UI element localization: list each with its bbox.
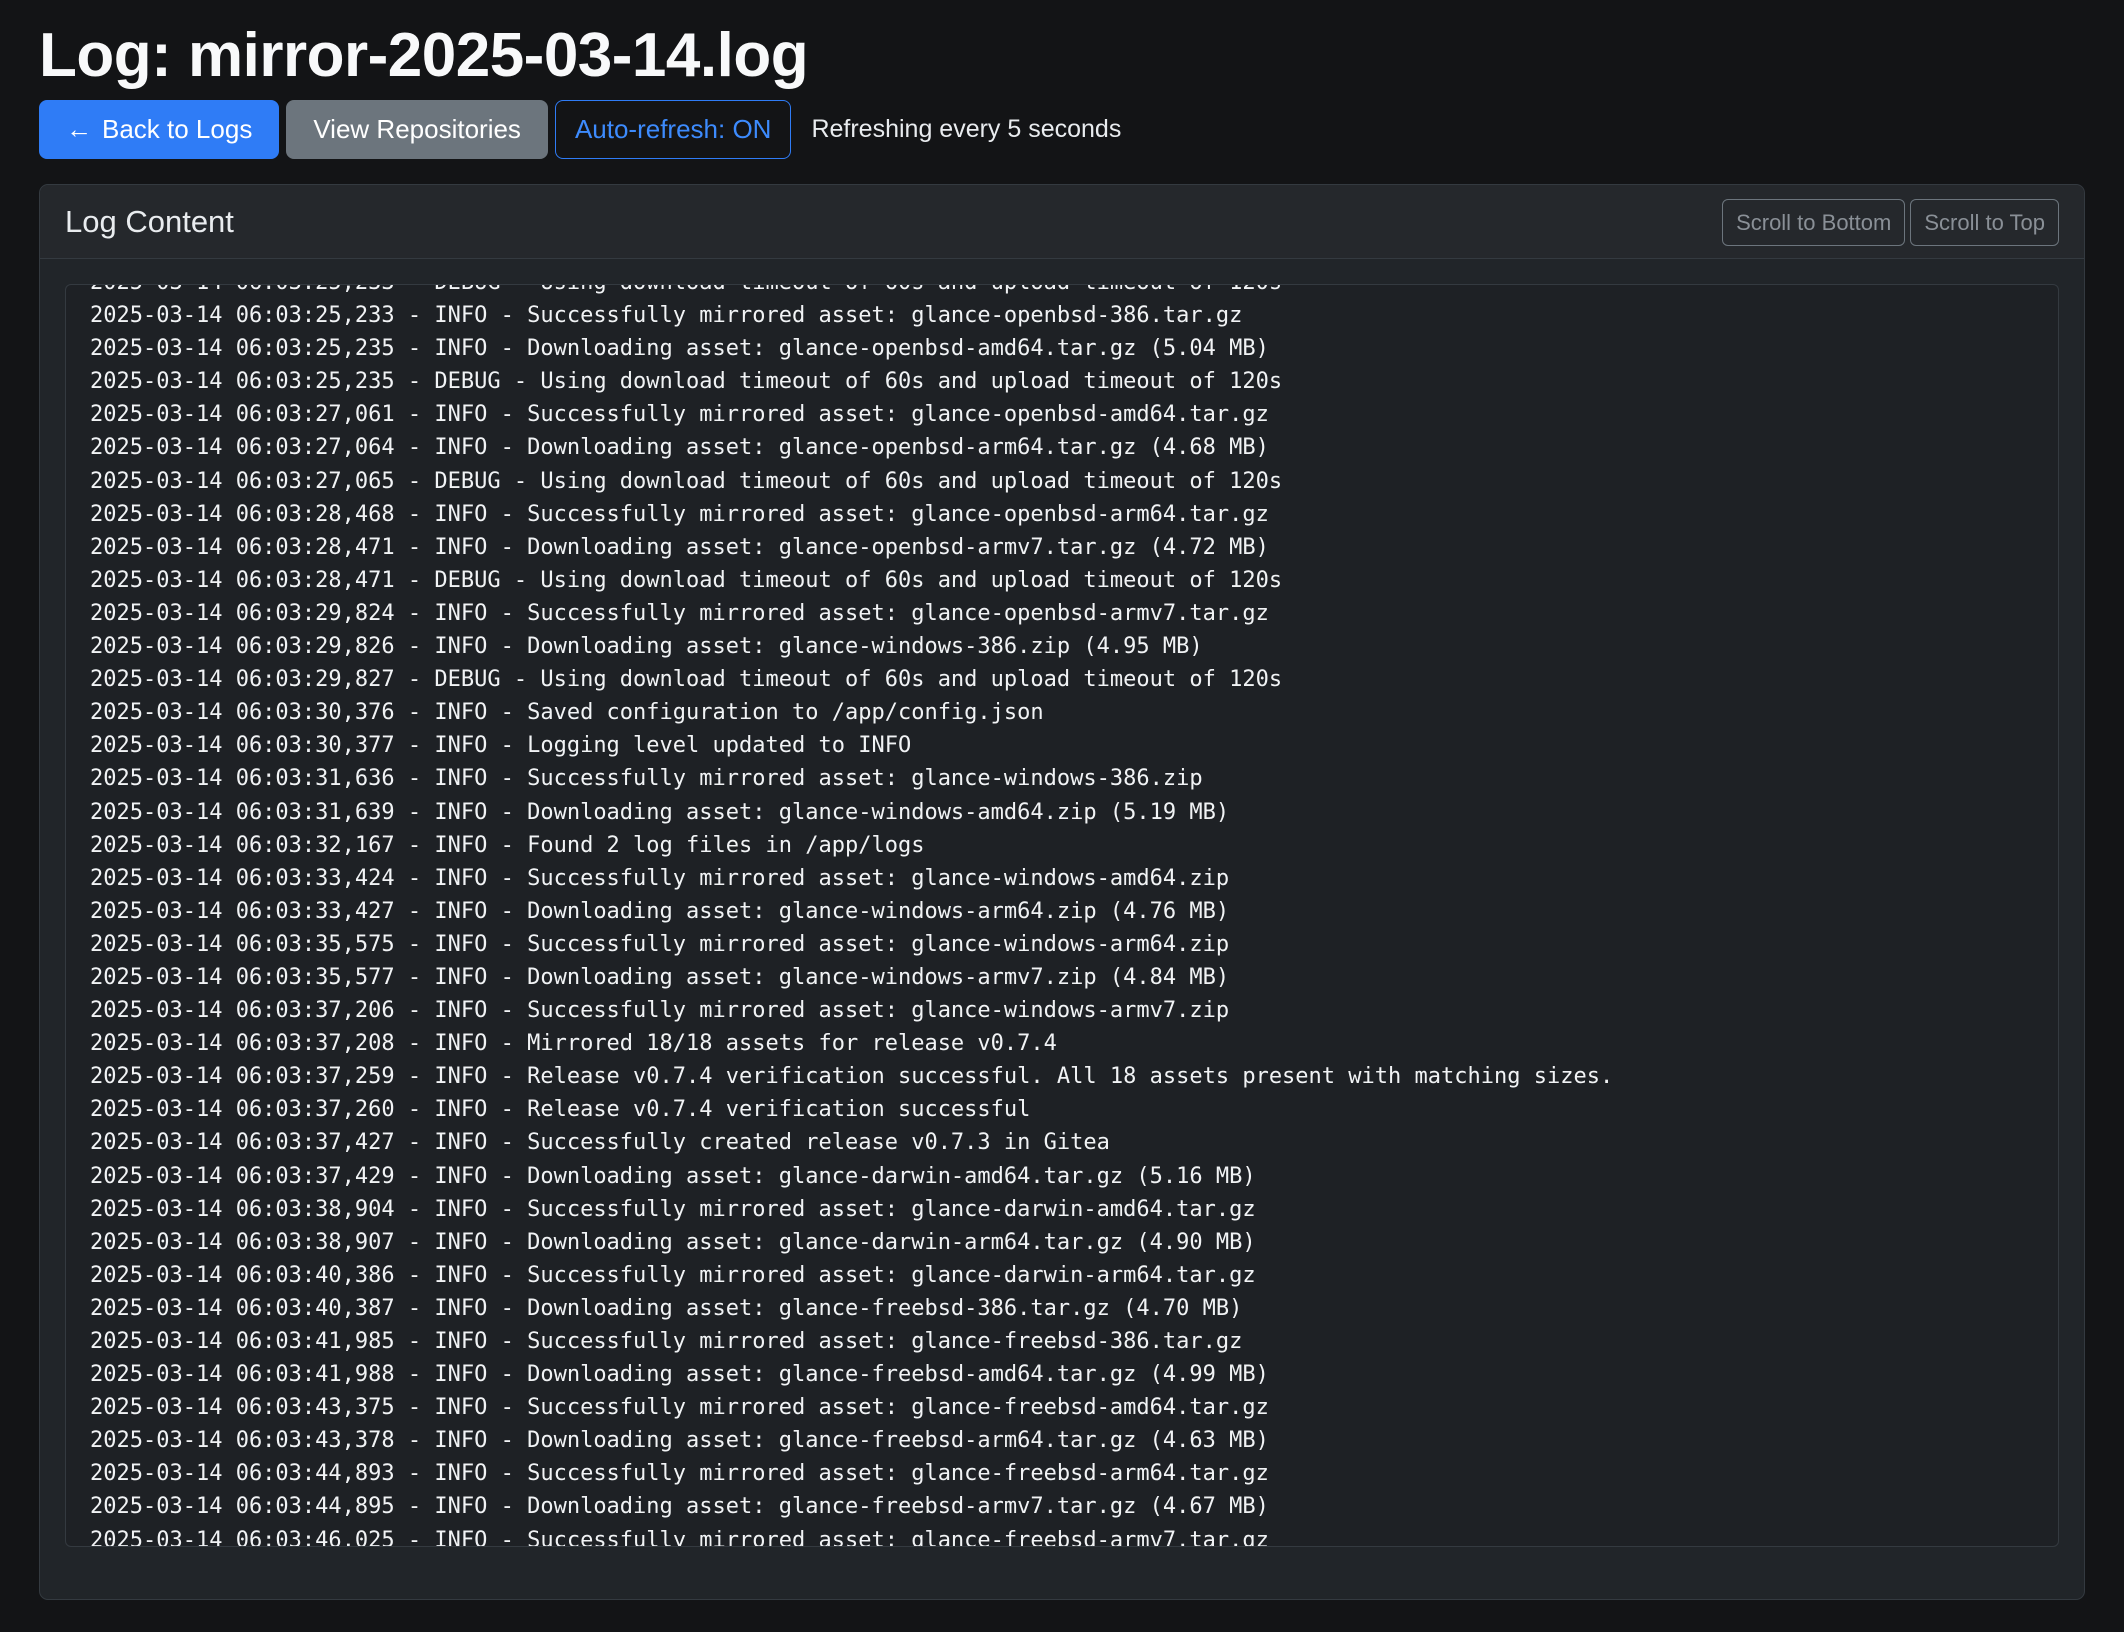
log-line: 2025-03-14 06:03:43,378 - INFO - Downloa…	[90, 1428, 1269, 1454]
log-line: 2025-03-14 06:03:33,427 - INFO - Downloa…	[90, 898, 1230, 924]
scroll-to-bottom-button[interactable]: Scroll to Bottom	[1722, 199, 1906, 246]
log-line: 2025-03-14 06:03:27,064 - INFO - Downloa…	[90, 435, 1269, 461]
log-line: 2025-03-14 06:03:37,429 - INFO - Downloa…	[90, 1163, 1256, 1189]
log-line: 2025-03-14 06:03:25,233 - INFO - Success…	[90, 303, 1243, 329]
log-line: 2025-03-14 06:03:43,375 - INFO - Success…	[90, 1395, 1269, 1421]
log-content-card: Log Content Scroll to Bottom Scroll to T…	[39, 184, 2085, 1600]
card-title: Log Content	[65, 203, 234, 239]
card-header: Log Content Scroll to Bottom Scroll to T…	[40, 185, 2084, 259]
log-line: 2025-03-14 06:03:30,377 - INFO - Logging…	[90, 733, 912, 759]
log-line: 2025-03-14 06:03:44,895 - INFO - Downloa…	[90, 1494, 1269, 1520]
log-line: 2025-03-14 06:03:28,471 - INFO - Downloa…	[90, 534, 1269, 560]
log-line: 2025-03-14 06:03:35,577 - INFO - Downloa…	[90, 964, 1230, 990]
log-line: 2025-03-14 06:03:38,907 - INFO - Downloa…	[90, 1229, 1256, 1255]
toolbar: ← Back to Logs View Repositories Auto-re…	[39, 100, 1121, 159]
scroll-to-top-button[interactable]: Scroll to Top	[1910, 199, 2059, 246]
log-line: 2025-03-14 06:03:27,065 - DEBUG - Using …	[90, 468, 1283, 494]
log-line: 2025-03-14 06:03:35,575 - INFO - Success…	[90, 931, 1230, 957]
view-repositories-button[interactable]: View Repositories	[286, 100, 548, 159]
log-line: 2025-03-14 06:03:37,259 - INFO - Release…	[90, 1064, 1614, 1090]
back-to-logs-button[interactable]: ← Back to Logs	[39, 100, 280, 159]
log-line: 2025-03-14 06:03:29,826 - INFO - Downloa…	[90, 634, 1203, 660]
log-line: 2025-03-14 06:03:28,471 - DEBUG - Using …	[90, 567, 1283, 593]
log-line: 2025-03-14 06:03:25,233 - DEBUG - Using …	[90, 285, 2058, 299]
log-line: 2025-03-14 06:03:29,827 - DEBUG - Using …	[90, 667, 1283, 693]
log-line: 2025-03-14 06:03:41,985 - INFO - Success…	[90, 1329, 1243, 1354]
arrow-left-icon: ←	[66, 114, 92, 144]
log-viewer[interactable]: 2025-03-14 06:03:25,233 - DEBUG - Using …	[65, 284, 2059, 1547]
auto-refresh-label: Auto-refresh: ON	[574, 114, 772, 144]
log-line: 2025-03-14 06:03:40,387 - INFO - Downloa…	[90, 1295, 1243, 1321]
log-line: 2025-03-14 06:03:29,824 - INFO - Success…	[90, 600, 1269, 626]
log-line: 2025-03-14 06:03:31,639 - INFO - Downloa…	[90, 799, 1230, 825]
auto-refresh-toggle[interactable]: Auto-refresh: ON	[554, 100, 792, 159]
log-line: 2025-03-14 06:03:37,208 - INFO - Mirrore…	[90, 1031, 1057, 1057]
log-line: 2025-03-14 06:03:46,025 - INFO - Success…	[90, 1527, 1269, 1547]
page-title: Log: mirror-2025-03-14.log	[39, 21, 809, 90]
scroll-actions: Scroll to Bottom Scroll to Top	[1717, 199, 2059, 246]
log-line: 2025-03-14 06:03:44,893 - INFO - Success…	[90, 1461, 1269, 1487]
view-repositories-label: View Repositories	[313, 114, 521, 144]
log-line: 2025-03-14 06:03:27,061 - INFO - Success…	[90, 402, 1269, 428]
log-line: 2025-03-14 06:03:28,468 - INFO - Success…	[90, 501, 1269, 527]
log-page: Log: mirror-2025-03-14.log ← Back to Log…	[0, 0, 2124, 1632]
log-line: 2025-03-14 06:03:40,386 - INFO - Success…	[90, 1262, 1256, 1288]
log-line: 2025-03-14 06:03:25,235 - DEBUG - Using …	[90, 369, 1283, 395]
log-line: 2025-03-14 06:03:37,206 - INFO - Success…	[90, 998, 1230, 1024]
log-line: 2025-03-14 06:03:32,167 - INFO - Found 2…	[90, 832, 925, 858]
log-line: 2025-03-14 06:03:31,636 - INFO - Success…	[90, 766, 1203, 792]
log-line: 2025-03-14 06:03:37,260 - INFO - Release…	[90, 1097, 1031, 1123]
log-line: 2025-03-14 06:03:41,988 - INFO - Downloa…	[90, 1362, 1269, 1388]
log-line: 2025-03-14 06:03:38,904 - INFO - Success…	[90, 1196, 1256, 1222]
back-to-logs-label: Back to Logs	[102, 114, 253, 144]
log-line: 2025-03-14 06:03:30,376 - INFO - Saved c…	[90, 700, 1044, 726]
log-lines: 2025-03-14 06:03:25,233 - DEBUG - Using …	[90, 285, 2058, 1547]
log-line: 2025-03-14 06:03:33,424 - INFO - Success…	[90, 865, 1230, 891]
refresh-status-text: Refreshing every 5 seconds	[811, 115, 1122, 143]
log-line: 2025-03-14 06:03:25,235 - INFO - Downloa…	[90, 336, 1269, 362]
log-line: 2025-03-14 06:03:37,427 - INFO - Success…	[90, 1130, 1110, 1156]
